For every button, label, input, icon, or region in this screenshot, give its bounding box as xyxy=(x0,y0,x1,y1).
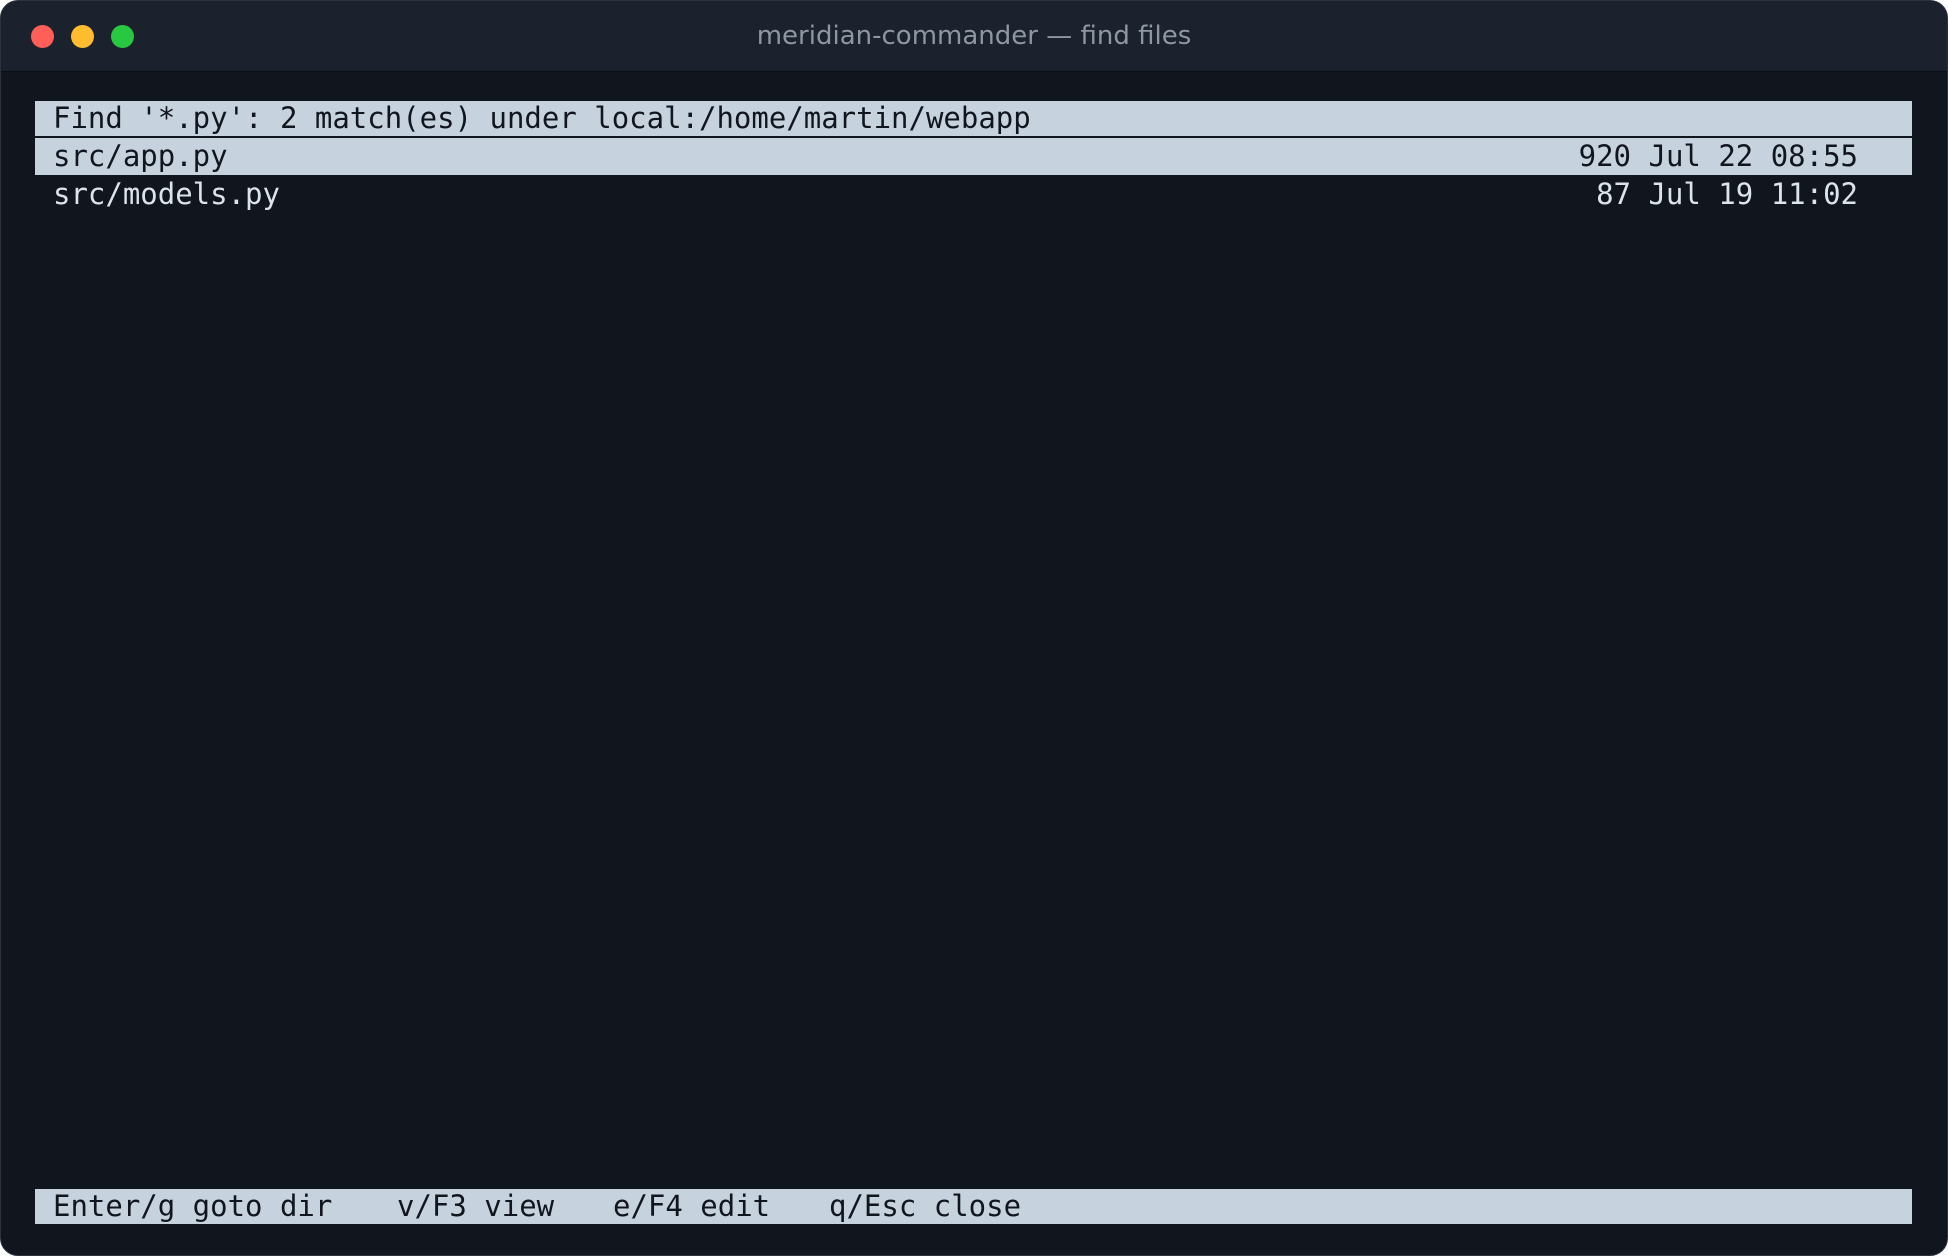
window-title: meridian-commander — find files xyxy=(756,21,1192,51)
key-hints-bar: Enter/g goto dir v/F3 view e/F4 edit q/E… xyxy=(35,1189,1912,1224)
hint-close[interactable]: q/Esc close xyxy=(829,1189,1021,1224)
result-path: src/app.py xyxy=(53,139,228,173)
result-row[interactable]: src/models.py 87 Jul 19 11:02 xyxy=(35,176,1912,213)
find-summary: Find '*.py': 2 match(es) under local:/ho… xyxy=(53,101,1031,135)
title-bar: meridian-commander — find files xyxy=(1,1,1947,72)
result-size-date: 87 Jul 19 11:02 xyxy=(1596,177,1858,211)
result-path: src/models.py xyxy=(53,177,280,211)
terminal-area: Find '*.py': 2 match(es) under local:/ho… xyxy=(1,72,1947,1255)
hint-edit[interactable]: e/F4 edit xyxy=(613,1189,770,1224)
hint-goto-dir[interactable]: Enter/g goto dir xyxy=(53,1189,332,1224)
hint-view[interactable]: v/F3 view xyxy=(397,1189,554,1224)
result-size-date: 920 Jul 22 08:55 xyxy=(1578,139,1858,173)
app-window: meridian-commander — find files Find '*.… xyxy=(0,0,1948,1256)
result-row[interactable]: src/app.py 920 Jul 22 08:55 xyxy=(35,138,1912,175)
find-results-header: Find '*.py': 2 match(es) under local:/ho… xyxy=(35,101,1912,138)
